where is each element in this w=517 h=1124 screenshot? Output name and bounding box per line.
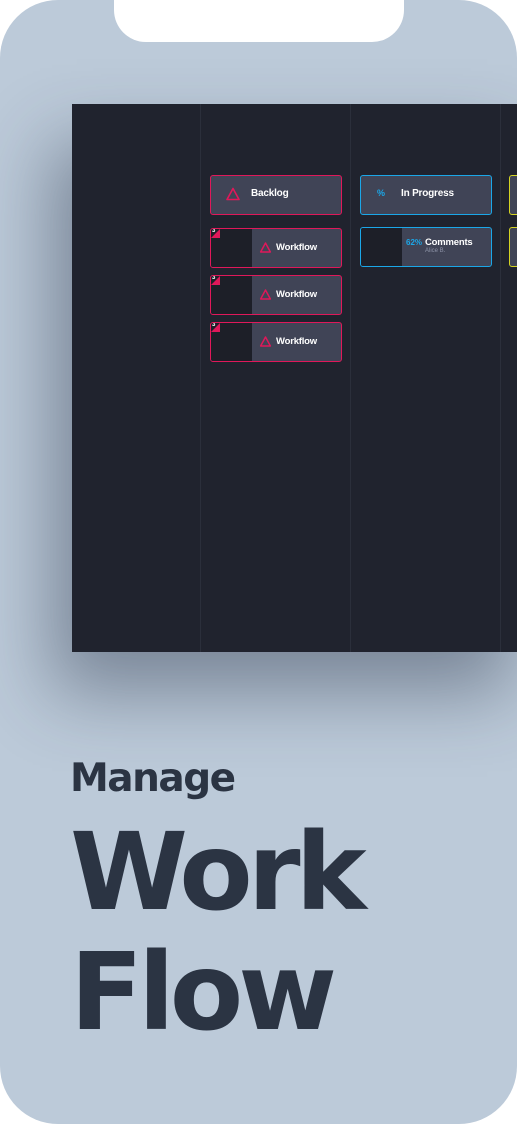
percent-icon: % bbox=[377, 188, 386, 198]
card-count: 3 bbox=[212, 322, 216, 328]
column-title: In Progress bbox=[401, 188, 454, 199]
triangle-icon bbox=[226, 187, 240, 201]
headline-flow: Flow bbox=[70, 931, 337, 1055]
triangle-icon bbox=[259, 242, 272, 253]
task-card[interactable]: 62% Comments Alice B. bbox=[360, 227, 492, 267]
card-title: Workflow bbox=[276, 336, 317, 347]
column-header-review[interactable] bbox=[509, 175, 517, 215]
task-card[interactable] bbox=[509, 227, 517, 267]
task-card[interactable]: 3 Workflow bbox=[210, 228, 342, 268]
card-progress: 62% bbox=[406, 238, 423, 247]
column-divider bbox=[350, 104, 351, 652]
column-title: Backlog bbox=[251, 188, 289, 199]
card-count: 3 bbox=[212, 275, 216, 281]
column-header-in-progress[interactable]: % In Progress bbox=[360, 175, 492, 215]
kanban-board-screen: Backlog % In Progress 3 Workflow 3 Workf… bbox=[72, 104, 517, 652]
phone-frame: Backlog % In Progress 3 Workflow 3 Workf… bbox=[0, 0, 517, 1124]
task-card[interactable]: 3 Workflow bbox=[210, 322, 342, 362]
card-assignee: Alice B. bbox=[425, 248, 446, 254]
headline-work: Work bbox=[70, 811, 367, 935]
card-count: 3 bbox=[212, 228, 216, 234]
column-divider bbox=[200, 104, 201, 652]
task-card[interactable]: 3 Workflow bbox=[210, 275, 342, 315]
column-divider bbox=[500, 104, 501, 652]
card-title: Workflow bbox=[276, 289, 317, 300]
column-header-backlog[interactable]: Backlog bbox=[210, 175, 342, 215]
triangle-icon bbox=[259, 336, 272, 347]
triangle-icon bbox=[259, 289, 272, 300]
card-title: Comments bbox=[425, 237, 473, 248]
phone-notch bbox=[114, 0, 404, 42]
card-title: Workflow bbox=[276, 242, 317, 253]
headline-manage: Manage bbox=[70, 756, 236, 801]
card-thumbnail bbox=[361, 228, 402, 266]
